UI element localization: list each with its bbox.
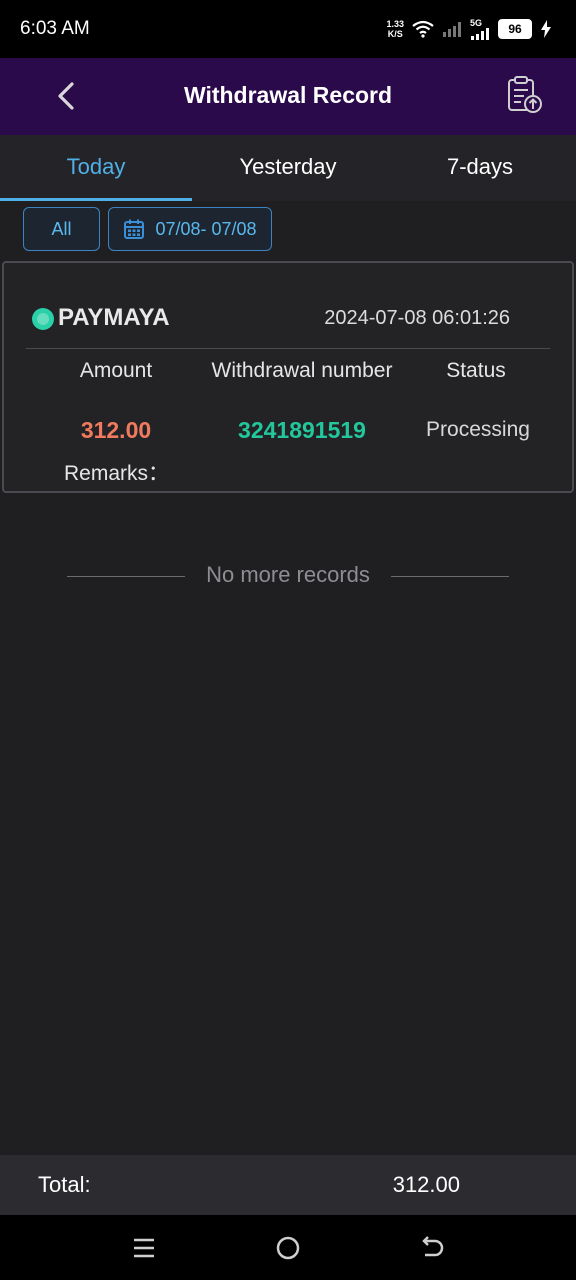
withdrawal-number-header: Withdrawal number [211,359,393,382]
network-speed-unit: K/S [387,29,403,39]
network-speed-value: 1.33 [386,19,404,29]
tab-7-days[interactable]: 7-days [384,135,576,201]
date-range-label: 07/08- 07/08 [155,218,257,239]
wifi-icon [412,20,434,38]
payment-method: PAYMAYA [58,304,170,331]
no-more-records-text: No more records [206,562,370,587]
home-icon[interactable] [273,1233,303,1263]
paymaya-logo-icon [32,308,54,330]
page-title: Withdrawal Record [183,82,393,108]
date-tabs: Today Yesterday 7-days [0,135,576,202]
charging-icon [541,20,551,38]
status-icons: 1.33 K/S 5G 96 [386,16,552,42]
signal-5g: 5G [470,17,490,40]
status-header: Status [446,359,506,382]
total-value: 312.00 [392,1172,460,1197]
filter-bar: All 07/08- 07/08 [0,201,576,259]
signal-icon [471,27,489,40]
status-value: Processing [426,418,530,441]
date-range-button[interactable]: 07/08- 07/08 [108,207,272,251]
no-more-records: No more records [0,560,576,590]
calendar-icon [124,219,145,239]
app-header: Withdrawal Record [0,58,576,135]
divider-right [391,576,509,577]
amount-value: 312.00 [80,417,152,443]
filter-all-button[interactable]: All [23,207,100,251]
withdrawal-number-value: 3241891519 [238,417,366,443]
battery-indicator: 96 [498,19,532,39]
total-bar: Total: 312.00 [0,1155,576,1215]
clipboard-upload-icon[interactable] [504,74,546,116]
record-datetime: 2024-07-08 06:01:26 [324,307,510,329]
menu-icon[interactable] [129,1233,159,1263]
remarks-label: Remarks： [64,462,170,485]
withdrawal-record-card[interactable]: PAYMAYA 2024-07-08 06:01:26 Amount Withd… [2,261,574,493]
status-time: 6:03 AM [20,18,90,39]
amount-header: Amount [79,359,153,382]
filter-all-label: All [51,218,72,239]
tab-today[interactable]: Today [0,135,192,201]
card-divider [26,348,550,349]
system-nav-bar [0,1215,576,1280]
tab-yesterday[interactable]: Yesterday [192,135,384,201]
back-nav-icon[interactable] [417,1233,447,1263]
network-type: 5G [470,17,483,28]
status-bar: 6:03 AM 1.33 K/S 5G 96 [0,0,576,58]
signal-weak-icon [443,22,461,37]
network-speed: 1.33 K/S [386,19,404,39]
total-label: Total: [38,1172,91,1197]
